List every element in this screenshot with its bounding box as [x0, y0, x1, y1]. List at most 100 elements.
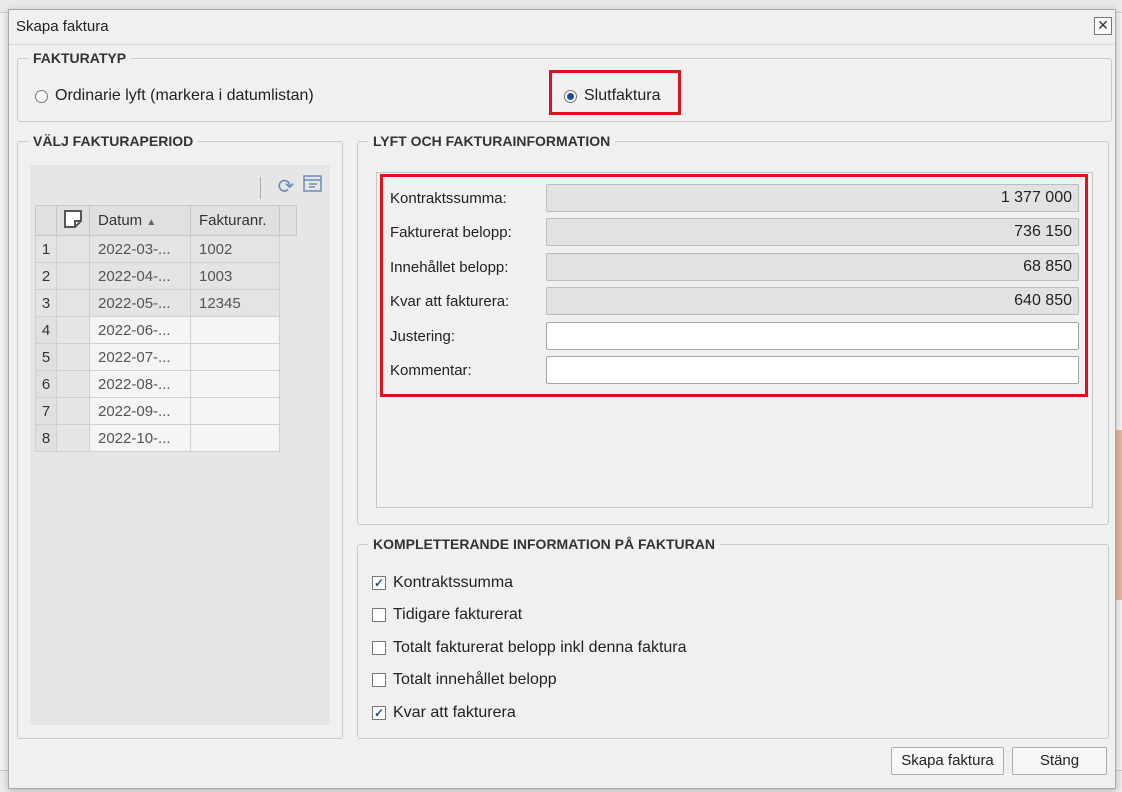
table-row[interactable]: 2 2022-04-... 1003 [35, 262, 297, 290]
row-fakturerat: Fakturerat belopp: 736 150 [390, 218, 1079, 246]
header-spacer [279, 205, 297, 236]
row-fakturanr: 1002 [190, 235, 280, 263]
extra-info-legend: KOMPLETTERANDE INFORMATION PÅ FAKTURAN [373, 536, 715, 552]
table-row[interactable]: 5 2022-07-... [35, 343, 297, 371]
checkbox-totalt-innehallet-box[interactable] [372, 673, 386, 687]
header-datum-label: Datum [98, 212, 143, 229]
row-datum: 2022-10-... [89, 424, 191, 452]
radio-slutfaktura-label: Slutfaktura [584, 87, 661, 104]
row-number: 4 [35, 316, 57, 344]
note-icon [64, 209, 82, 228]
lift-info-legend: LYFT OCH FAKTURAINFORMATION [373, 133, 611, 149]
export-icon[interactable] [301, 175, 325, 199]
table-row[interactable]: 7 2022-09-... [35, 397, 297, 425]
kontraktssumma-field: 1 377 000 [546, 184, 1079, 212]
checkbox-tidigare-fakturerat-box[interactable] [372, 608, 386, 622]
row-datum: 2022-03-... [89, 235, 191, 263]
row-note-cell [56, 424, 90, 452]
invoice-period-legend: VÄLJ FAKTURAPERIOD [33, 133, 194, 149]
row-number: 3 [35, 289, 57, 317]
table-row[interactable]: 1 2022-03-... 1002 [35, 235, 297, 263]
row-number: 1 [35, 235, 57, 263]
justering-label: Justering: [390, 327, 456, 345]
export-icon-svg [303, 175, 322, 192]
row-note-cell [56, 289, 90, 317]
row-note-cell [56, 235, 90, 263]
row-number: 2 [35, 262, 57, 290]
close-button[interactable]: Stäng [1012, 747, 1107, 775]
checkbox-totalt-fakturerat-label: Totalt fakturerat belopp inkl denna fakt… [393, 639, 687, 656]
radio-slutfaktura[interactable]: Slutfaktura [564, 87, 660, 105]
justering-input[interactable] [546, 322, 1079, 350]
fakturerat-label: Fakturerat belopp: [390, 223, 512, 241]
header-rownum [35, 205, 57, 236]
row-datum: 2022-08-... [89, 370, 191, 398]
checkbox-totalt-innehallet-label: Totalt innehållet belopp [393, 671, 557, 688]
checkbox-totalt-fakturerat-box[interactable] [372, 641, 386, 655]
row-fakturanr [190, 343, 280, 371]
header-fakturanr[interactable]: Fakturanr. [190, 205, 280, 236]
kommentar-label: Kommentar: [390, 361, 472, 379]
kontraktssumma-label: Kontraktssumma: [390, 189, 507, 207]
row-datum: 2022-09-... [89, 397, 191, 425]
header-note[interactable] [56, 205, 90, 236]
innehallet-field: 68 850 [546, 253, 1079, 281]
dialog-close-button[interactable]: ✕ [1094, 17, 1112, 35]
period-table-header: Datum ▲ Fakturanr. [35, 205, 297, 236]
row-note-cell [56, 397, 90, 425]
refresh-icon[interactable]: ⟳ [274, 175, 298, 199]
row-note-cell [56, 343, 90, 371]
row-kontraktssumma: Kontraktssumma: 1 377 000 [390, 184, 1079, 212]
radio-ordinarie-dot[interactable] [35, 89, 48, 103]
row-innehallet: Innehållet belopp: 68 850 [390, 253, 1079, 281]
row-datum: 2022-04-... [89, 262, 191, 290]
header-datum[interactable]: Datum ▲ [89, 205, 191, 236]
table-row[interactable]: 8 2022-10-... [35, 424, 297, 452]
checkbox-kvar-att-fakturera-box[interactable]: ✓ [372, 706, 386, 720]
row-fakturanr [190, 316, 280, 344]
row-fakturanr [190, 397, 280, 425]
period-table: Datum ▲ Fakturanr. 1 2022-03-... 1002 2 … [35, 205, 297, 452]
checkbox-kontraktssumma[interactable]: ✓ Kontraktssumma [372, 574, 513, 592]
row-number: 6 [35, 370, 57, 398]
period-grid-panel: ⟳ Datum ▲ Fakturanr. 1 2022-03-... 1002 [30, 165, 330, 725]
row-kvar: Kvar att fakturera: 640 850 [390, 287, 1079, 315]
header-fakturanr-label: Fakturanr. [199, 212, 267, 229]
row-number: 8 [35, 424, 57, 452]
checkbox-kvar-att-fakturera[interactable]: ✓ Kvar att fakturera [372, 704, 516, 722]
row-fakturanr [190, 370, 280, 398]
kommentar-input[interactable] [546, 356, 1079, 384]
kvar-label: Kvar att fakturera: [390, 292, 510, 310]
table-row[interactable]: 4 2022-06-... [35, 316, 297, 344]
radio-ordinarie-label: Ordinarie lyft (markera i datumlistan) [55, 87, 314, 104]
row-kommentar: Kommentar: [390, 356, 1079, 384]
create-invoice-button[interactable]: Skapa faktura [891, 747, 1004, 775]
row-datum: 2022-07-... [89, 343, 191, 371]
toolbar-separator [260, 177, 261, 199]
row-note-cell [56, 370, 90, 398]
table-row[interactable]: 6 2022-08-... [35, 370, 297, 398]
dialog-title: Skapa faktura [16, 18, 109, 35]
checkbox-tidigare-fakturerat-label: Tidigare fakturerat [393, 606, 523, 623]
table-row[interactable]: 3 2022-05-... 12345 [35, 289, 297, 317]
innehallet-label: Innehållet belopp: [390, 258, 509, 276]
invoice-type-legend: FAKTURATYP [33, 50, 127, 66]
row-number: 7 [35, 397, 57, 425]
dialog-titlebar: Skapa faktura ✕ [9, 10, 1115, 45]
radio-slutfaktura-dot[interactable] [564, 89, 577, 103]
checkbox-kontraktssumma-label: Kontraktssumma [393, 574, 514, 591]
checkbox-tidigare-fakturerat[interactable]: Tidigare fakturerat [372, 606, 522, 624]
row-fakturanr: 12345 [190, 289, 280, 317]
row-number: 5 [35, 343, 57, 371]
checkbox-kontraktssumma-box[interactable]: ✓ [372, 576, 386, 590]
row-datum: 2022-05-... [89, 289, 191, 317]
row-fakturanr: 1003 [190, 262, 280, 290]
checkbox-totalt-innehallet[interactable]: Totalt innehållet belopp [372, 671, 557, 689]
checkbox-kvar-att-fakturera-label: Kvar att fakturera [393, 704, 516, 721]
radio-ordinarie[interactable]: Ordinarie lyft (markera i datumlistan) [35, 87, 314, 105]
row-justering: Justering: [390, 322, 1079, 350]
row-datum: 2022-06-... [89, 316, 191, 344]
fakturerat-field: 736 150 [546, 218, 1079, 246]
checkbox-totalt-fakturerat[interactable]: Totalt fakturerat belopp inkl denna fakt… [372, 639, 687, 657]
row-note-cell [56, 316, 90, 344]
